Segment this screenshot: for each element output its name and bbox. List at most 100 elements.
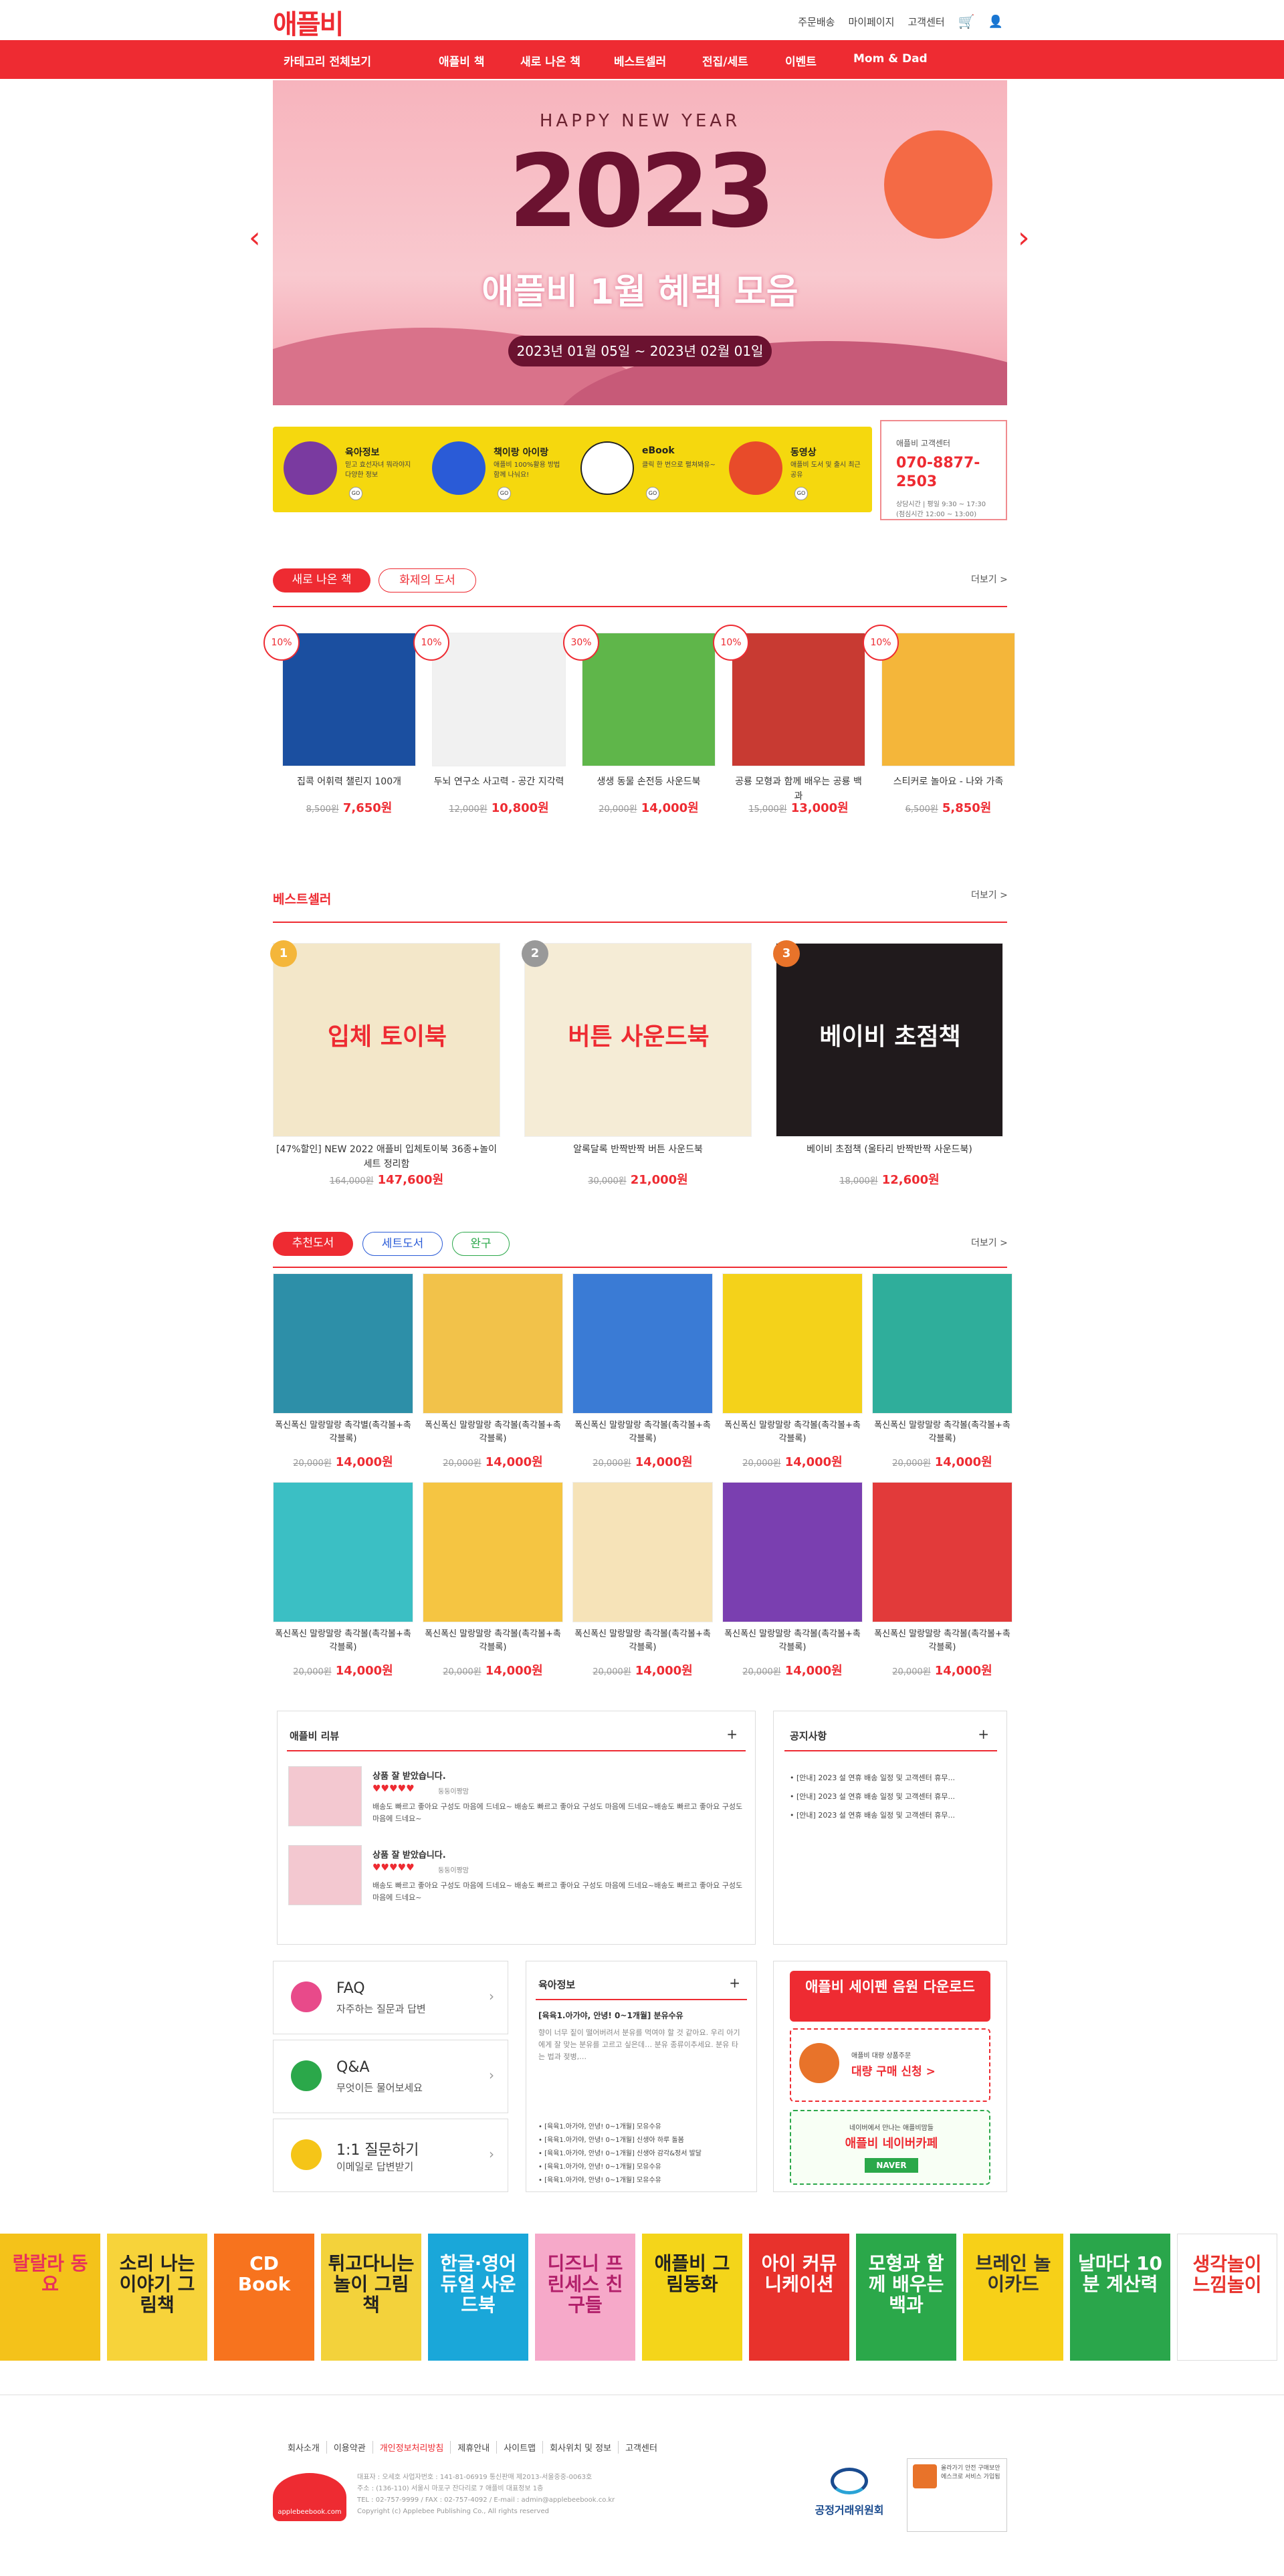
book-cover-image[interactable]	[282, 633, 416, 766]
series-book-cover[interactable]: 한글·영어 듀얼 사운드북	[428, 2234, 528, 2361]
product-card[interactable]: 폭신폭신 말랑말랑 촉각볼(촉각볼+촉각블록) 20,000원 14,000원	[423, 1273, 563, 1474]
parenting-list-item[interactable]: • [육육1.아가야, 안녕! 0~1개월] 모유수유	[538, 2121, 702, 2134]
series-book-cover[interactable]: CD Book	[214, 2234, 314, 2361]
product-name[interactable]: 폭신폭신 말랑말랑 촉각볼(촉각볼+촉각블록)	[273, 1628, 413, 1654]
footer-link-about[interactable]: 회사소개	[281, 2441, 327, 2454]
product-image[interactable]	[722, 1482, 863, 1622]
escrow-badge[interactable]: 올라가기 안전 구매보안 에스크로 서비스 가입됨	[907, 2458, 1007, 2532]
product-name[interactable]: 폭신폭신 말랑말랑 촉각볼(촉각볼+촉각블록)	[423, 1628, 563, 1654]
product-card[interactable]: 폭신폭신 말랑말랑 촉각볼(촉각볼+촉각블록) 20,000원 14,000원	[572, 1273, 713, 1474]
quick-book-and-child[interactable]: 책이랑 아이랑 애플비 100%활용 방법 함께 나눠요! GO	[428, 439, 568, 500]
bestseller-more-link[interactable]: 더보기 >	[971, 888, 1008, 901]
parenting-list-item[interactable]: • [육육1.아가야, 안녕! 0~1개월] 모유수유	[538, 2174, 702, 2187]
review-more-plus-icon[interactable]: +	[726, 1726, 738, 1742]
bulk-order-banner[interactable]: 애플비 대량 상품주문 대량 구매 신청 >	[790, 2028, 990, 2102]
parenting-headline[interactable]: [육육1.아가야, 안녕! 0~1개월] 분유수유	[538, 2010, 683, 2021]
footer-link-sitemap[interactable]: 사이트맵	[497, 2441, 544, 2454]
parenting-list-item[interactable]: • [육육1.아가야, 안녕! 0~1개월] 신생아 감각&정서 발달	[538, 2147, 702, 2161]
nav-new-books[interactable]: 새로 나온 책	[520, 52, 580, 69]
footer-link-partnership[interactable]: 제휴안내	[451, 2441, 498, 2454]
product-name[interactable]: 베이비 초점책 (울타리 반짝반짝 사운드북)	[776, 1142, 1003, 1157]
go-button[interactable]: GO	[646, 487, 659, 500]
product-card[interactable]: 30% 생생 동물 손전등 사운드북 20,000원 14,000원	[563, 625, 716, 833]
tab-set-books[interactable]: 세트도서	[362, 1232, 443, 1256]
recommend-more-link[interactable]: 더보기 >	[971, 1236, 1008, 1249]
tab-new-books[interactable]: 새로 나온 책	[273, 568, 370, 593]
nav-applebee-books[interactable]: 애플비 책	[439, 52, 484, 69]
quick-ebook[interactable]: eBook 클릭 한 번으로 펼쳐봐유~ GO	[576, 439, 717, 500]
footer-link-location[interactable]: 회사위치 및 정보	[543, 2441, 619, 2454]
product-image[interactable]	[273, 1273, 413, 1414]
nav-mom-dad[interactable]: Mom & Dad	[853, 52, 928, 66]
product-image[interactable]	[423, 1482, 563, 1622]
product-name[interactable]: 폭신폭신 말랑말랑 촉각볼(촉각볼+촉각블록)	[872, 1628, 1012, 1654]
series-book-cover[interactable]: 날마다 10분 계산력	[1070, 2234, 1170, 2361]
product-card[interactable]: 10% 두뇌 연구소 사고력 - 공간 지각력 12,000원 10,800원	[413, 625, 566, 833]
notice-item[interactable]: • [안내] 2023 설 연휴 배송 일정 및 고객센터 휴무...	[790, 1788, 955, 1806]
site-logo[interactable]: 애플비	[273, 3, 344, 41]
product-image[interactable]	[423, 1273, 563, 1414]
notice-item[interactable]: • [안내] 2023 설 연휴 배송 일정 및 고객센터 휴무...	[790, 1769, 955, 1788]
product-image[interactable]	[872, 1482, 1012, 1622]
series-book-cover[interactable]: 랄랄라 동요	[0, 2234, 100, 2361]
mypage-link[interactable]: 마이페이지	[848, 15, 894, 29]
product-name[interactable]: 폭신폭신 말랑말랑 촉각볼(촉각볼+촉각블록)	[872, 1419, 1012, 1446]
product-name[interactable]: [47%할인] NEW 2022 애플비 입체토이북 36종+놀이세트 정리함	[273, 1142, 500, 1172]
parenting-more-plus-icon[interactable]: +	[729, 1975, 740, 1991]
product-name[interactable]: 폭신폭신 말랑말랑 촉각별(촉각볼+촉각블록)	[273, 1419, 413, 1446]
ftc-badge[interactable]: 공정거래위원회	[802, 2468, 896, 2528]
product-card[interactable]: 폭신폭신 말랑말랑 촉각볼(촉각볼+촉각블록) 20,000원 14,000원	[273, 1482, 413, 1683]
tab-hot-books[interactable]: 화제의 도서	[379, 568, 476, 593]
go-button[interactable]: GO	[349, 487, 362, 500]
book-cover-image[interactable]: 입체 토이북	[273, 943, 500, 1137]
nav-events[interactable]: 이벤트	[785, 52, 817, 69]
product-image[interactable]	[273, 1482, 413, 1622]
go-button[interactable]: GO	[498, 487, 511, 500]
product-card[interactable]: 10% 공룡 모형과 함께 배우는 공룡 백과 15,000원 13,000원	[713, 625, 865, 833]
product-name[interactable]: 폭신폭신 말랑말랑 촉각볼(촉각볼+촉각블록)	[722, 1628, 863, 1654]
product-image[interactable]	[572, 1273, 713, 1414]
series-book-cover[interactable]: 모형과 함께 배우는 백과	[856, 2234, 956, 2361]
product-card[interactable]: 10% 집콕 어휘력 챌린지 100개 8,500원 7,650원	[263, 625, 416, 833]
product-name[interactable]: 생생 동물 손전등 사운드북	[582, 774, 716, 789]
nav-bestseller[interactable]: 베스트셀러	[614, 52, 666, 69]
new-books-more-link[interactable]: 더보기 >	[971, 572, 1008, 586]
tab-toys[interactable]: 완구	[452, 1232, 510, 1256]
nav-set-collection[interactable]: 전집/세트	[702, 52, 748, 69]
slider-prev-arrow[interactable]: ‹	[249, 221, 261, 255]
footer-link-terms[interactable]: 이용약관	[327, 2441, 373, 2454]
parenting-list-item[interactable]: • [육육1.아가야, 안녕! 0~1개월] 신생아 하루 돌봄	[538, 2134, 702, 2147]
bestseller-card[interactable]: 버튼 사운드북 2 알록달록 반짝반짝 버튼 사운드북 30,000원 21,000원	[522, 940, 752, 1190]
product-image[interactable]	[872, 1273, 1012, 1414]
series-book-cover[interactable]: 생각놀이 느낌놀이	[1177, 2234, 1277, 2361]
notice-more-plus-icon[interactable]: +	[978, 1726, 989, 1742]
customer-center-link[interactable]: 고객센터	[907, 15, 944, 29]
product-image[interactable]	[572, 1482, 713, 1622]
footer-link-cs[interactable]: 고객센터	[619, 2441, 664, 2454]
product-name[interactable]: 두뇌 연구소 사고력 - 공간 지각력	[432, 774, 566, 789]
nav-all-categories[interactable]: 카테고리 전체보기	[284, 52, 371, 69]
cs-phone[interactable]: 070-8877-2503	[896, 454, 991, 492]
series-book-cover[interactable]: 디즈니 프린세스 친구들	[535, 2234, 635, 2361]
product-card[interactable]: 폭신폭신 말랑말랑 촉각볼(촉각볼+촉각블록) 20,000원 14,000원	[872, 1482, 1012, 1683]
product-card[interactable]: 폭신폭신 말랑말랑 촉각볼(촉각볼+촉각블록) 20,000원 14,000원	[722, 1273, 863, 1474]
product-name[interactable]: 집콕 어휘력 챌린지 100개	[282, 774, 416, 789]
notice-item[interactable]: • [안내] 2023 설 연휴 배송 일정 및 고객센터 휴무...	[790, 1806, 955, 1825]
product-card[interactable]: 폭신폭신 말랑말랑 촉각별(촉각볼+촉각블록) 20,000원 14,000원	[273, 1273, 413, 1474]
saypen-download-button[interactable]: 애플비 세이펜 음원 다운로드	[790, 1971, 990, 2022]
book-cover-image[interactable]: 베이비 초점책	[776, 943, 1003, 1137]
bestseller-card[interactable]: 베이비 초점책 3 베이비 초점책 (울타리 반짝반짝 사운드북) 18,000원 12…	[773, 940, 1003, 1190]
product-name[interactable]: 폭신폭신 말랑말랑 촉각볼(촉각볼+촉각블록)	[722, 1419, 863, 1446]
user-icon[interactable]: 👤	[988, 15, 1003, 29]
book-cover-image[interactable]	[881, 633, 1015, 766]
naver-cafe-banner[interactable]: 네이버에서 만나는 애플비맘들 애플비 네이버카페 NAVER	[790, 2110, 990, 2185]
product-card[interactable]: 폭신폭신 말랑말랑 촉각볼(촉각볼+촉각블록) 20,000원 14,000원	[722, 1482, 863, 1683]
product-name[interactable]: 폭신폭신 말랑말랑 촉각볼(촉각볼+촉각블록)	[423, 1419, 563, 1446]
slider-next-arrow[interactable]: ›	[1018, 221, 1030, 255]
series-book-cover[interactable]: 튀고다니는 놀이 그림책	[321, 2234, 421, 2361]
faq-link-box[interactable]: FAQ 자주하는 질문과 답변 ›	[273, 1961, 508, 2034]
product-card[interactable]: 10% 스티커로 놀아요 - 나와 가족 6,500원 5,850원	[863, 625, 1015, 833]
series-book-cover[interactable]: 소리 나는 이야기 그림책	[107, 2234, 207, 2361]
product-card[interactable]: 폭신폭신 말랑말랑 촉각볼(촉각볼+촉각블록) 20,000원 14,000원	[423, 1482, 563, 1683]
bestseller-card[interactable]: 입체 토이북 1 [47%할인] NEW 2022 애플비 입체토이북 36종+놀이…	[270, 940, 500, 1190]
